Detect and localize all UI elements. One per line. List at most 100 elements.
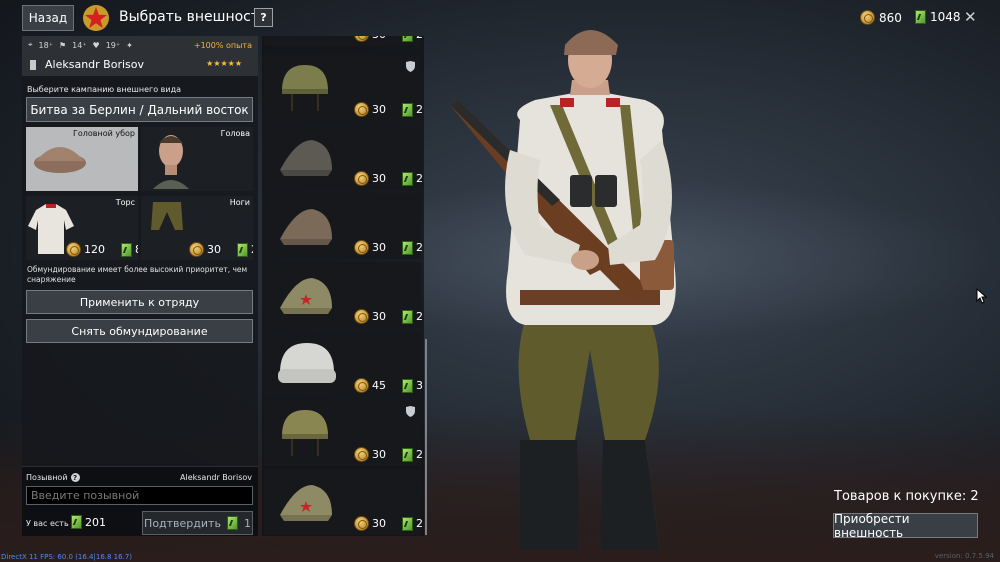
- item-price: 30 2: [354, 309, 423, 324]
- gold-coin-icon: [189, 242, 204, 257]
- nickname-label: Позывной ?: [26, 473, 80, 482]
- head-portrait-icon: [153, 135, 189, 189]
- ticket-icon: [915, 10, 926, 24]
- ticket-balance: 1048: [915, 10, 961, 24]
- item-card[interactable]: 30 2: [264, 55, 423, 121]
- slot-legs[interactable]: Ноги 30 2: [141, 196, 253, 260]
- purchase-count: Товаров к покупке: 2: [834, 489, 979, 504]
- item-price: 30 2: [354, 171, 423, 186]
- ticket-icon: [402, 447, 413, 462]
- gold-coin-icon: [354, 102, 369, 117]
- shield-icon: [406, 61, 415, 72]
- side-cap-star-icon: [280, 485, 332, 521]
- close-icon[interactable]: ✕: [964, 8, 977, 26]
- item-card[interactable]: 30 2: [264, 124, 423, 190]
- soldier-card[interactable]: ⌖ 18⁺ ⚑ 14⁺ ♥ 19⁺ ✦ +100% опыта Aleksand…: [22, 36, 258, 76]
- buy-appearance-button[interactable]: Приобрести внешность: [833, 512, 978, 540]
- version-label: version: 0.7.5.94: [934, 552, 994, 560]
- headgear-item-list[interactable]: 30 2 30 2 30 2 30 2 45 3 30 2 30 2: [262, 36, 424, 536]
- price-tickets: 8: [135, 243, 138, 256]
- soldier-name: Aleksandr Borisov: [45, 58, 144, 71]
- gold-amount: 860: [879, 10, 902, 25]
- slot-torso[interactable]: Торс 120 8: [26, 196, 138, 260]
- shield-icon: [406, 406, 415, 417]
- side-cap-icon: [280, 209, 332, 245]
- appearance-panel: ⌖ 18⁺ ⚑ 14⁺ ♥ 19⁺ ✦ +100% опыта Aleksand…: [22, 36, 258, 536]
- help-button[interactable]: ?: [254, 8, 273, 27]
- fps-counter: DirectX 11 FPS: 60.0 (16.4|16.8 16.7): [1, 553, 133, 561]
- item-price: 30 2: [354, 447, 423, 462]
- ticket-icon: [121, 242, 132, 257]
- slot-headgear[interactable]: Головной убор: [26, 127, 138, 191]
- nickname-section: Позывной ? Aleksandr Borisov У вас есть …: [22, 466, 258, 536]
- slot-price: 30 2: [189, 242, 253, 257]
- gold-coin-icon: [354, 309, 369, 324]
- ticket-icon: [71, 515, 82, 529]
- gold-coin-icon: [354, 378, 369, 393]
- perk-icon: ✦: [126, 40, 133, 50]
- gold-coin-icon: [354, 171, 369, 186]
- remove-uniform-button[interactable]: Снять обмундирование: [26, 319, 253, 343]
- item-card[interactable]: 45 3: [264, 331, 423, 397]
- item-card[interactable]: 30 2: [264, 400, 423, 466]
- balance-label: У вас есть: [26, 519, 69, 528]
- side-cap-icon: [280, 140, 332, 176]
- steel-helmet-icon: [282, 410, 328, 456]
- ushanka-cap-icon: [34, 147, 86, 173]
- crosshair-icon: ⌖: [28, 40, 33, 49]
- gold-coin-icon: [354, 36, 369, 42]
- campaign-label: Выберите кампанию внешнего вида: [27, 85, 181, 94]
- question-icon[interactable]: ?: [70, 473, 80, 482]
- priority-note: Обмундирование имеет более высокий приор…: [27, 265, 248, 284]
- nickname-input[interactable]: [26, 486, 253, 505]
- soldier-stars: ★★★★★: [206, 59, 242, 68]
- side-cap-star-icon: [280, 278, 332, 314]
- item-price: 30 2: [354, 36, 423, 42]
- ticket-icon: [402, 36, 413, 42]
- knit-cap-icon: [278, 343, 336, 383]
- item-card-partial[interactable]: 30 2: [264, 36, 423, 46]
- item-price: 30 2: [354, 240, 423, 255]
- page-title: Выбрать внешность: [119, 9, 268, 25]
- red-star-icon: [83, 5, 109, 31]
- campaign-select-button[interactable]: Битва за Берлин / Дальний восток: [26, 97, 253, 122]
- exp-bonus: +100% опыта: [193, 41, 252, 50]
- back-button[interactable]: Назад: [22, 5, 74, 31]
- gold-balance: 860: [860, 10, 902, 25]
- slot-head[interactable]: Голова: [141, 127, 253, 191]
- heart-icon: ♥: [92, 40, 100, 50]
- soldier-stats: ⌖ 18⁺ ⚑ 14⁺ ♥ 19⁺ ✦: [28, 40, 133, 50]
- ticket-icon: [402, 240, 413, 255]
- rank-icon: [30, 60, 36, 70]
- steel-helmet-icon: [282, 65, 328, 111]
- stat-health: 19⁺: [105, 40, 121, 50]
- ticket-icon: [237, 242, 248, 257]
- ticket-icon: [402, 378, 413, 393]
- running-icon: ⚑: [58, 40, 67, 50]
- mouse-cursor-icon: [976, 288, 988, 304]
- item-price: 30 2: [354, 516, 423, 531]
- ticket-icon: [402, 171, 413, 186]
- price-gold: 30: [207, 243, 221, 256]
- gold-coin-icon: [860, 10, 875, 25]
- price-gold: 120: [84, 243, 105, 256]
- item-card[interactable]: 30 2: [264, 193, 423, 259]
- slot-label: Ноги: [229, 198, 250, 207]
- item-card[interactable]: 30 2: [264, 262, 423, 328]
- ticket-icon: [402, 516, 413, 531]
- ticket-icon: [226, 516, 238, 530]
- confirm-nickname-button[interactable]: Подтвердить 1: [142, 511, 253, 535]
- ticket-icon: [402, 102, 413, 117]
- apply-to-squad-button[interactable]: Применить к отряду: [26, 290, 253, 314]
- item-price: 45 3: [354, 378, 423, 393]
- trousers-icon: [151, 202, 183, 256]
- slot-label: Головной убор: [72, 129, 135, 138]
- stat-aim: 18⁺: [38, 40, 53, 50]
- item-card[interactable]: 30 2: [264, 469, 423, 535]
- gold-coin-icon: [66, 242, 81, 257]
- item-list-scrollbar[interactable]: [425, 339, 427, 535]
- gold-coin-icon: [354, 516, 369, 531]
- nickname-tickets-balance: 201: [71, 515, 106, 529]
- ticket-amount: 1048: [930, 10, 961, 24]
- slot-price: 120 8: [66, 242, 138, 257]
